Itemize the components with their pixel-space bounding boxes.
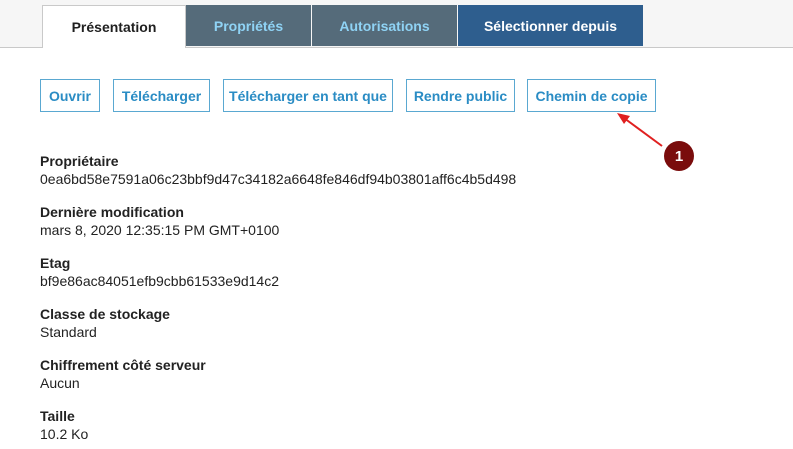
annotation-marker: 1 (664, 141, 694, 171)
annotation-arrow (617, 113, 663, 147)
